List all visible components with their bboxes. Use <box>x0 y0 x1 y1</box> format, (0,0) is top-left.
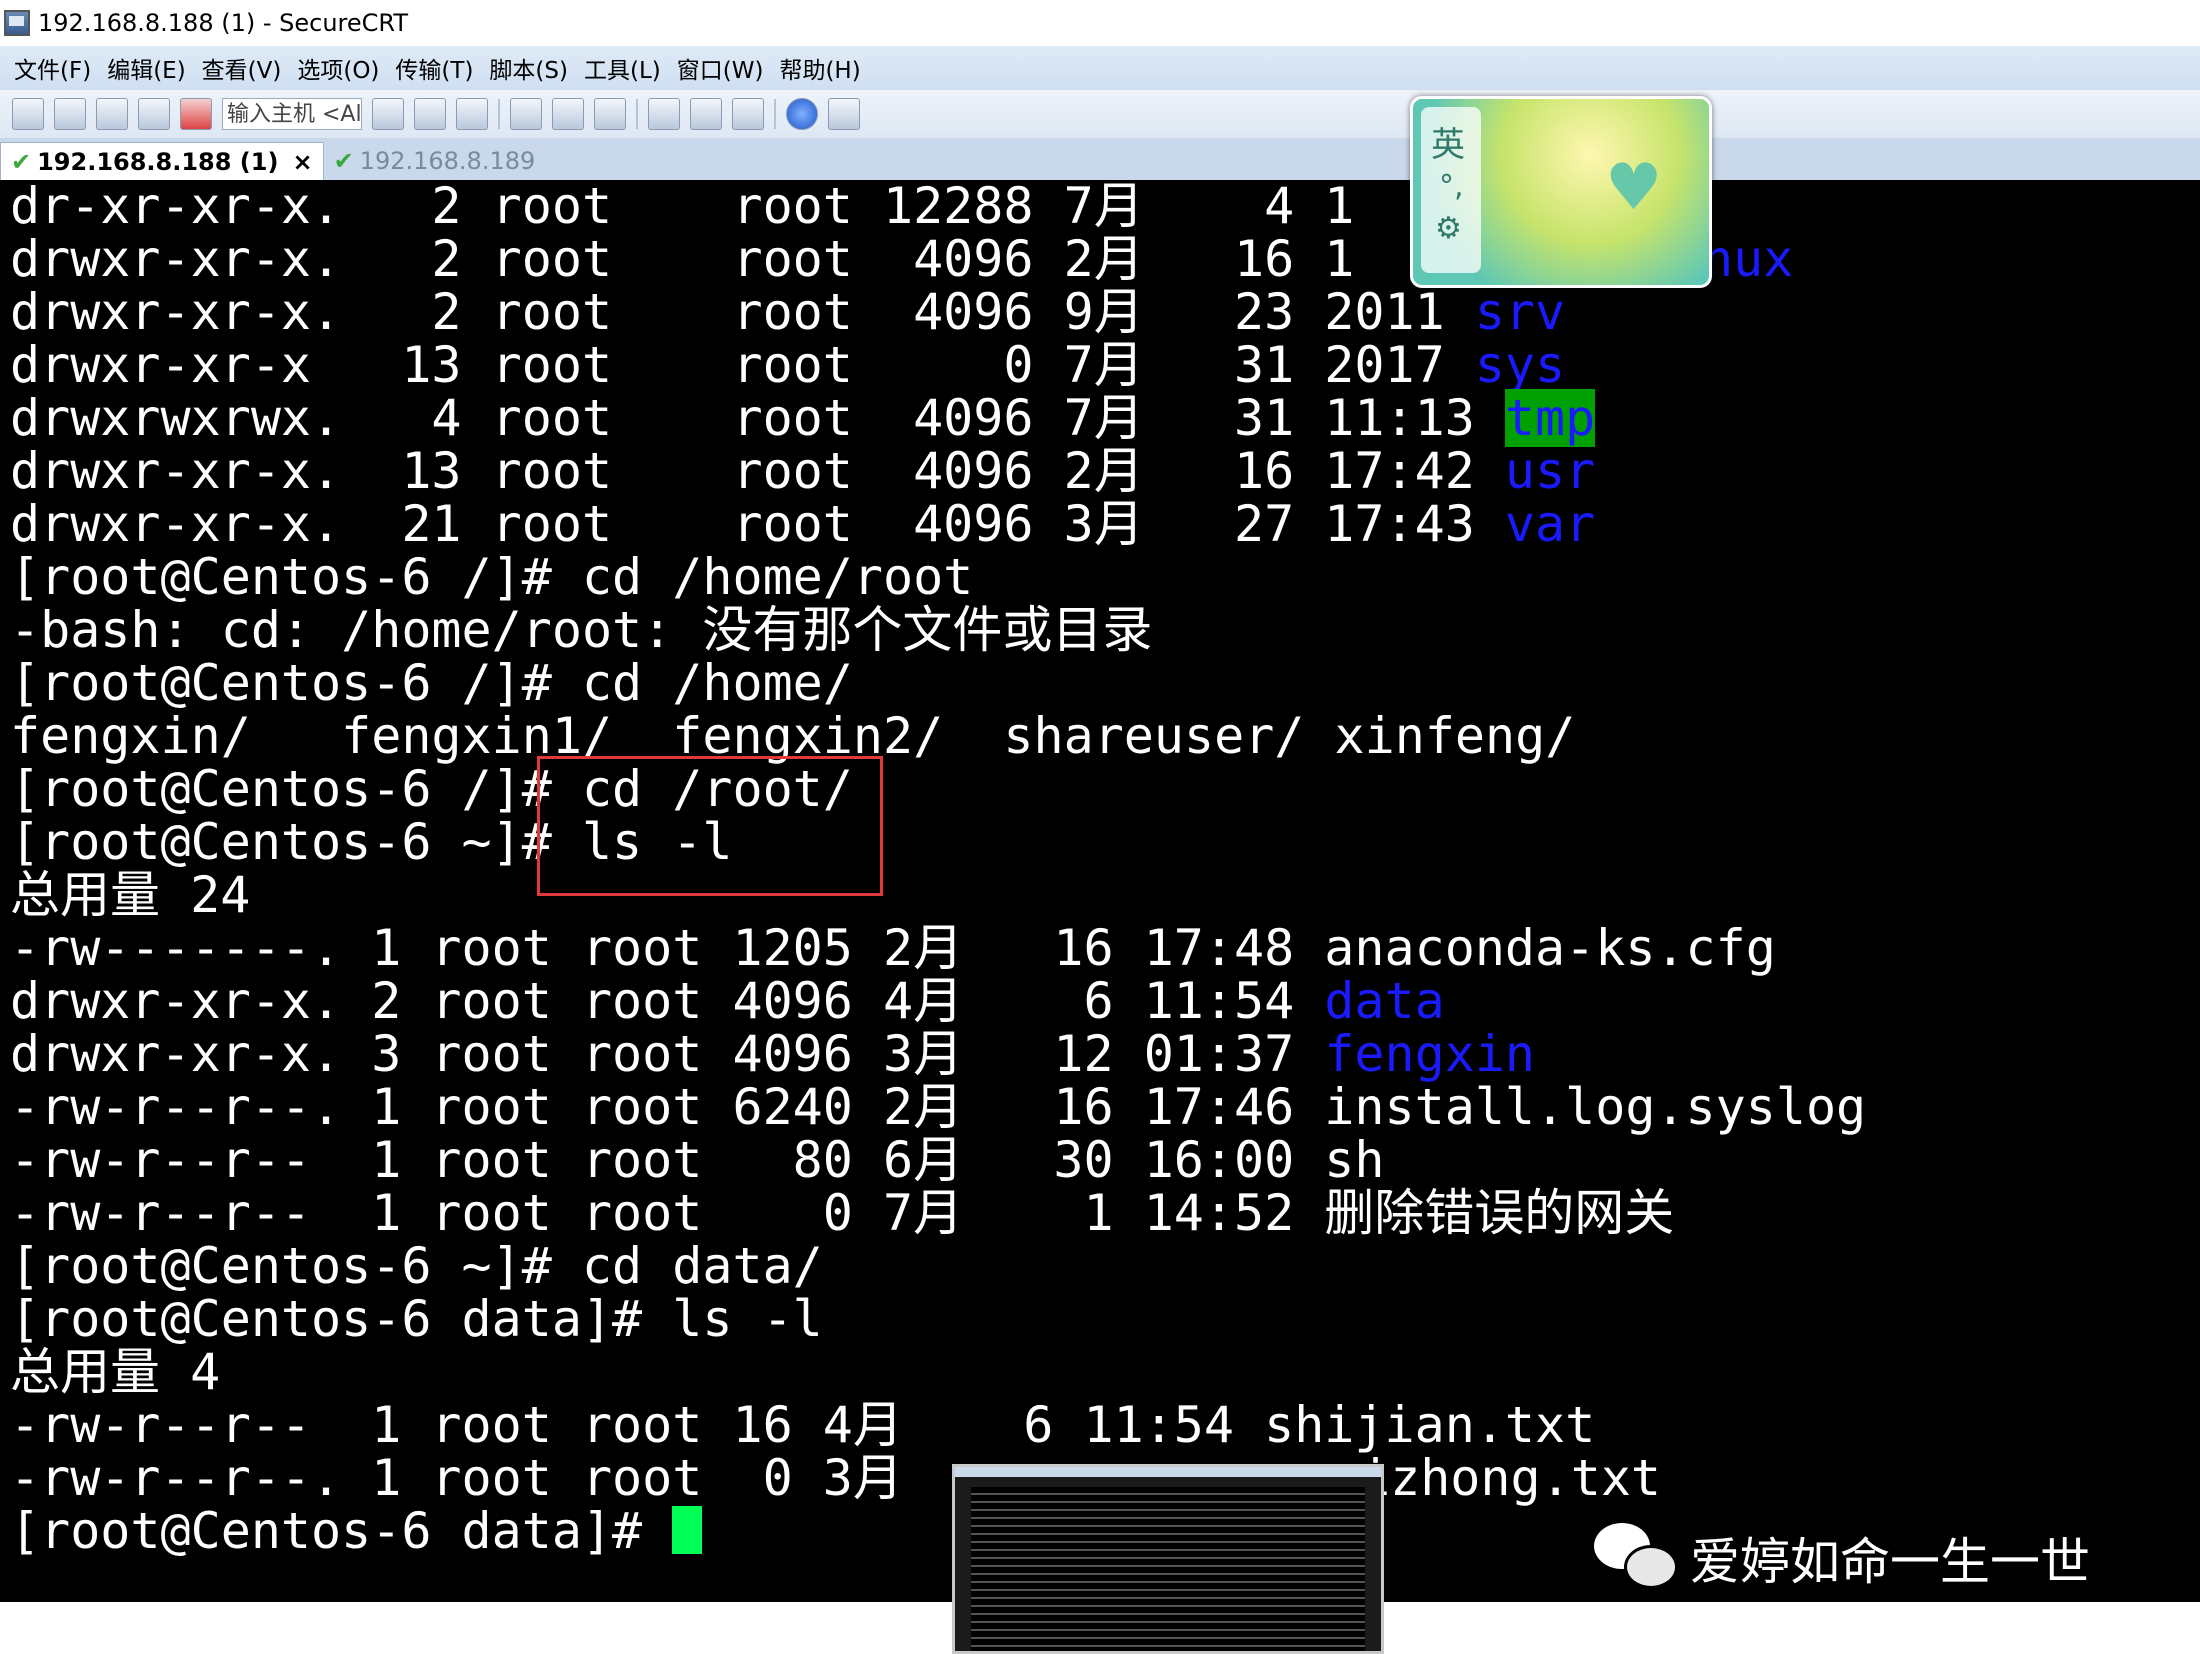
menu-tools[interactable]: 工具(L) <box>584 51 661 85</box>
terminal-line: [root@Centos-6 ~]# cd data/ <box>10 1237 823 1295</box>
terminal-line: drwxr-xr-x. 2 root root 4096 2月 16 1 nux <box>10 230 1794 288</box>
dir-name: data <box>1324 972 1445 1030</box>
print-screen-icon[interactable] <box>510 98 542 130</box>
terminal-line: 总用量 4 <box>10 1343 221 1401</box>
menu-file[interactable]: 文件(F) <box>14 51 91 85</box>
dir-name: var <box>1504 495 1596 553</box>
terminal-line: 总用量 24 <box>10 866 251 924</box>
quick-connect-icon[interactable] <box>54 98 86 130</box>
window-titlebar: 192.168.8.188 (1) - SecureCRT <box>0 0 2200 46</box>
menu-transfer[interactable]: 传输(T) <box>395 51 473 85</box>
dir-name: sys <box>1474 336 1566 394</box>
terminal-line: drwxr-xr-x. 2 root root 4096 9月 23 2011 … <box>10 283 1566 341</box>
connected-check-icon: ✔ <box>333 147 354 175</box>
ime-status-widget[interactable]: 英 °, ⚙ ♥ <box>1410 96 1712 288</box>
disconnect-icon[interactable] <box>180 98 212 130</box>
terminal-cursor <box>672 1506 703 1554</box>
tab-label: 192.168.8.189 <box>359 147 536 175</box>
terminal-line: -rw-r--r-- 1 root root 16 4月 6 11:54 shi… <box>10 1396 1596 1454</box>
terminal-line: -rw-r--r--. 1 root root 6240 2月 16 17:46… <box>10 1078 1867 1136</box>
securecrt-app-icon <box>4 10 30 36</box>
file-name-partial: izhong.txt <box>1360 1449 1662 1507</box>
terminal-line: drwxrwxrwx. 4 root root 4096 7月 31 11:13… <box>10 389 1596 447</box>
keymap-icon[interactable] <box>732 98 764 130</box>
tab-close-icon[interactable]: × <box>292 148 312 176</box>
host-input[interactable]: 输入主机 <Al <box>222 98 362 130</box>
terminal-line: [root@Centos-6 /]# cd /home/ <box>10 654 853 712</box>
toolbar: 输入主机 <Al <box>0 90 2200 138</box>
terminal-line: drwxr-xr-x. 21 root root 4096 3月 27 17:4… <box>10 495 1596 553</box>
toolbar-separator <box>498 99 500 129</box>
help-icon[interactable] <box>786 98 818 130</box>
connect-in-tab-icon[interactable] <box>96 98 128 130</box>
ime-heart-icon: ♥ <box>1605 151 1663 225</box>
session-tabs: ✔ 192.168.8.188 (1) × ✔ 192.168.8.189 <box>0 138 2200 180</box>
print-selection-icon[interactable] <box>552 98 584 130</box>
dir-name-sticky: tmp <box>1504 389 1596 447</box>
window-title: 192.168.8.188 (1) - SecureCRT <box>38 9 408 37</box>
menu-script[interactable]: 脚本(S) <box>489 51 568 85</box>
terminal-line: [root@Centos-6 data]# <box>10 1505 703 1558</box>
copy-icon[interactable] <box>372 98 404 130</box>
toolbar-separator <box>774 99 776 129</box>
menu-window[interactable]: 窗口(W) <box>677 51 764 85</box>
dir-name: usr <box>1504 442 1596 500</box>
toolbar-separator <box>636 99 638 129</box>
terminal-line: drwxr-xr-x. 2 root root 4096 4月 6 11:54 … <box>10 972 1445 1030</box>
tab-session-188[interactable]: ✔ 192.168.8.188 (1) × <box>0 142 324 180</box>
terminal-line: [root@Centos-6 /]# cd /home/root <box>10 548 974 606</box>
terminal-line: [root@Centos-6 data]# ls -l <box>10 1290 823 1348</box>
wechat-icon <box>1594 1523 1680 1593</box>
menu-edit[interactable]: 编辑(E) <box>107 51 185 85</box>
terminal-line: -rw-------. 1 root root 1205 2月 16 17:48… <box>10 919 1776 977</box>
thumbnail-titlebar <box>955 1467 1381 1477</box>
terminal-line: drwxr-xr-x. 13 root root 4096 2月 16 17:4… <box>10 442 1596 500</box>
ime-settings-icon[interactable]: ⚙ <box>1435 211 1462 246</box>
sftp-icon[interactable] <box>828 98 860 130</box>
dir-name-partial: nux <box>1703 230 1794 288</box>
dir-name: srv <box>1474 283 1566 341</box>
terminal-line: -bash: cd: /home/root: 没有那个文件或目录 <box>10 601 1153 659</box>
wechat-watermark: 爱婷如命一生一世 <box>1594 1522 2090 1594</box>
tab-label: 192.168.8.188 (1) <box>37 147 279 176</box>
taskbar-thumbnail-preview[interactable] <box>952 1464 1384 1654</box>
terminal-line: dr-xr-xr-x. 2 root root 12288 7月 4 1 <box>10 180 1355 235</box>
menu-options[interactable]: 选项(O) <box>297 51 379 85</box>
terminal-line: -rw-r--r-- 1 root root 0 7月 1 14:52 删除错误… <box>10 1184 1675 1242</box>
thumbnail-terminal <box>971 1487 1365 1651</box>
watermark-text: 爱婷如命一生一世 <box>1690 1533 2090 1591</box>
terminal-line: -rw-r--r--. 1 root root 0 3月 izhong.txt <box>10 1449 1662 1507</box>
paste-icon[interactable] <box>414 98 446 130</box>
global-options-icon[interactable] <box>690 98 722 130</box>
connect-icon[interactable] <box>12 98 44 130</box>
ime-punctuation-icon[interactable]: °, <box>1439 169 1464 204</box>
terminal-line: drwxr-xr-x. 3 root root 4096 3月 12 01:37… <box>10 1025 1536 1083</box>
terminal-line: drwxr-xr-x 13 root root 0 7月 31 2017 sys <box>10 336 1566 394</box>
session-options-icon[interactable] <box>648 98 680 130</box>
ime-language-toggle[interactable]: 英 <box>1431 117 1465 166</box>
print-icon[interactable] <box>594 98 626 130</box>
find-icon[interactable] <box>456 98 488 130</box>
highlight-annotation-box <box>537 756 883 896</box>
menu-help[interactable]: 帮助(H) <box>779 51 860 85</box>
tab-session-189[interactable]: ✔ 192.168.8.189 <box>324 142 546 180</box>
dir-name: fengxin <box>1324 1025 1536 1083</box>
reconnect-icon[interactable] <box>138 98 170 130</box>
menu-bar: 文件(F) 编辑(E) 查看(V) 选项(O) 传输(T) 脚本(S) 工具(L… <box>0 46 2200 90</box>
terminal-view[interactable]: dr-xr-xr-x. 2 root root 12288 7月 4 1 drw… <box>0 180 2200 1602</box>
terminal-line: -rw-r--r-- 1 root root 80 6月 30 16:00 sh <box>10 1131 1385 1189</box>
menu-view[interactable]: 查看(V) <box>202 51 282 85</box>
connected-check-icon: ✔ <box>11 147 32 176</box>
